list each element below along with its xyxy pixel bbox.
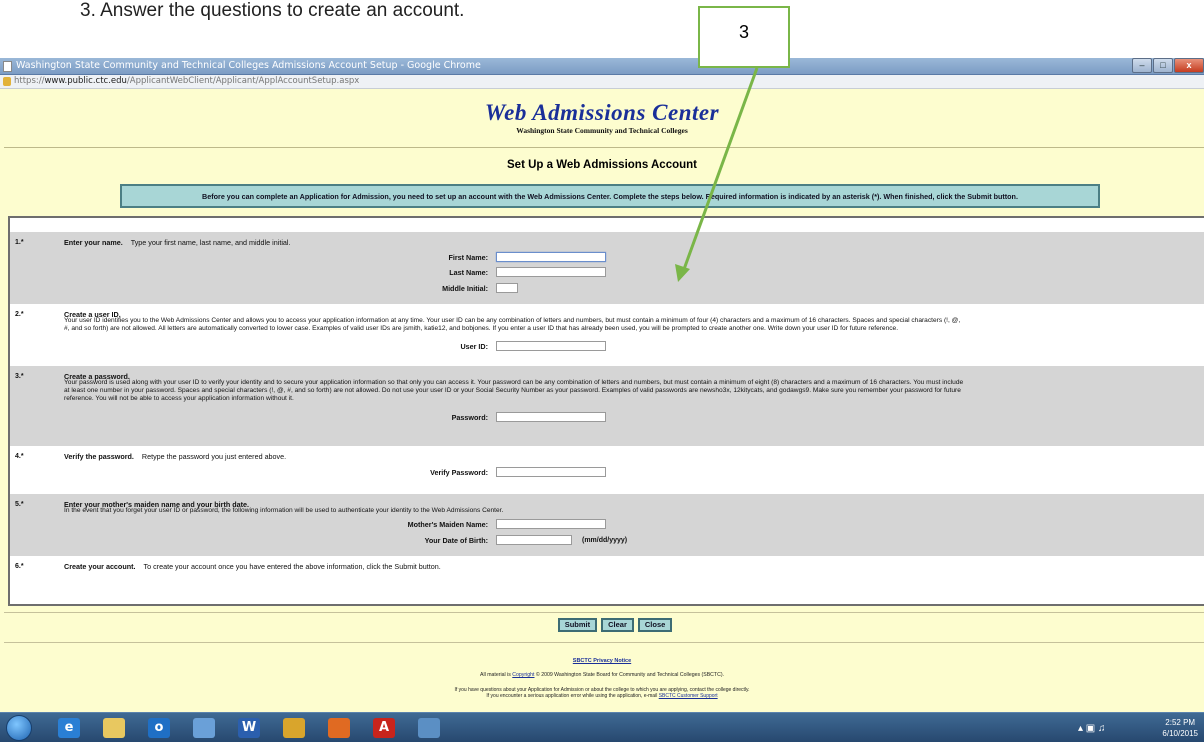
middle-initial-input[interactable] — [496, 283, 518, 293]
firefox-icon — [328, 718, 350, 738]
maiden-name-label: Mother's Maiden Name: — [407, 520, 488, 529]
close-button[interactable]: Close — [637, 618, 673, 632]
notes-icon — [193, 718, 215, 738]
title-bar: Washington State Community and Technical… — [0, 58, 1204, 75]
step-description: Your user ID identifies you to the Web A… — [64, 317, 961, 332]
first-name-input[interactable] — [496, 252, 606, 262]
taskbar-file-explorer-button[interactable] — [97, 716, 131, 740]
password-input[interactable] — [496, 412, 606, 422]
remote-desktop-icon — [418, 718, 440, 738]
birth-date-label: Your Date of Birth: — [424, 536, 488, 545]
user-id-input[interactable] — [496, 341, 606, 351]
clear-button[interactable]: Clear — [601, 618, 634, 632]
step-number: 6.* — [15, 563, 24, 570]
taskbar-word-button[interactable]: W — [232, 716, 266, 740]
minimize-button[interactable]: – — [1132, 58, 1152, 73]
step-1-row: 1.* Enter your name. Type your first nam… — [10, 232, 1204, 304]
browser-window: Washington State Community and Technical… — [0, 58, 1204, 712]
maiden-name-input[interactable] — [496, 519, 606, 529]
address-bar[interactable]: https://www.public.ctc.edu/ApplicantWebC… — [0, 75, 1204, 89]
account-form: 1.* Enter your name. Type your first nam… — [8, 216, 1204, 606]
contact-notice: If you have questions about your Applica… — [454, 687, 750, 699]
copyright-notice: All material is Copyright © 2009 Washing… — [479, 672, 724, 678]
taskbar-internet-explorer-button[interactable]: e — [52, 716, 86, 740]
taskbar: e o W A ▴ ▣ ♫ 2:52 PM 6/10/2015 — [0, 712, 1204, 742]
maximize-button[interactable]: □ — [1153, 58, 1173, 73]
internet-explorer-icon: e — [58, 718, 80, 738]
date-format-hint: (mm/dd/yyyy) — [582, 537, 628, 544]
first-name-label: First Name: — [448, 253, 488, 262]
middle-initial-label: Middle Initial: — [442, 284, 488, 293]
user-id-label: User ID: — [460, 342, 488, 351]
tray-icons[interactable]: ▴ ▣ ♫ — [1078, 723, 1106, 734]
page-title: Set Up a Web Admissions Account — [507, 159, 697, 171]
file-explorer-icon — [103, 718, 125, 738]
step-description: Your password is used along with your us… — [64, 379, 964, 402]
step-number: 4.* — [15, 453, 24, 460]
taskbar-firefox-button[interactable] — [322, 716, 356, 740]
step-6-row: 6.* Create your account. To create your … — [10, 556, 1204, 604]
taskbar-acrobat-button[interactable]: A — [367, 716, 401, 740]
instructions-notice: Before you can complete an Application f… — [120, 184, 1100, 208]
word-icon: W — [238, 718, 260, 738]
system-tray: ▴ ▣ ♫ 2:52 PM 6/10/2015 — [1074, 713, 1204, 742]
brand-subtitle: Washington State Community and Technical… — [516, 126, 688, 135]
copyright-link[interactable]: Copyright — [512, 672, 534, 678]
window-title: Washington State Community and Technical… — [16, 60, 481, 71]
support-link[interactable]: SBCTC Customer Support — [659, 693, 718, 699]
taskbar-chrome-button[interactable] — [277, 716, 311, 740]
callout-box: 3 — [698, 6, 790, 68]
divider — [4, 612, 1204, 613]
submit-button[interactable]: Submit — [557, 618, 598, 632]
divider — [4, 147, 1204, 148]
password-label: Password: — [451, 413, 488, 422]
clock-time: 2:52 PM — [1165, 718, 1196, 727]
brand-title: Web Admissions Center — [484, 100, 720, 125]
step-4-row: 4.* Verify the password. Retype the pass… — [10, 446, 1204, 494]
acrobat-icon: A — [373, 718, 395, 738]
step-heading: Enter your name. Type your first name, l… — [64, 238, 291, 247]
taskbar-notes-button[interactable] — [187, 716, 221, 740]
privacy-link[interactable]: SBCTC Privacy Notice — [0, 658, 1204, 664]
step-3-row: 3.* Create a password. Your password is … — [10, 366, 1204, 446]
step-2-row: 2.* Create a user ID. Your user ID ident… — [10, 304, 1204, 366]
step-number: 5.* — [15, 501, 24, 508]
step-heading: Verify the password. Retype the password… — [64, 452, 287, 461]
clock[interactable]: 2:52 PM 6/10/2015 — [1162, 717, 1198, 739]
clock-date: 6/10/2015 — [1162, 729, 1198, 738]
outlook-icon: o — [148, 718, 170, 738]
chrome-icon — [283, 718, 305, 738]
last-name-input[interactable] — [496, 267, 606, 277]
url-text[interactable]: https://www.public.ctc.edu/ApplicantWebC… — [14, 76, 359, 86]
verify-password-label: Verify Password: — [430, 468, 488, 477]
step-heading: Create your account. To create your acco… — [64, 562, 441, 571]
step-number: 2.* — [15, 311, 24, 318]
taskbar-remote-desktop-button[interactable] — [412, 716, 446, 740]
instruction-step: 3. Answer the questions to create an acc… — [80, 0, 465, 21]
verify-password-input[interactable] — [496, 467, 606, 477]
divider — [4, 642, 1204, 643]
window-controls: – □ x — [1131, 58, 1204, 74]
last-name-label: Last Name: — [449, 268, 488, 277]
birth-date-input[interactable] — [496, 535, 572, 545]
step-5-row: 5.* Enter your mother's maiden name and … — [10, 494, 1204, 556]
page-icon — [3, 61, 12, 72]
step-number: 1.* — [15, 239, 24, 246]
step-description: In the event that you forget your user I… — [64, 507, 504, 514]
start-button[interactable] — [6, 715, 32, 741]
step-number: 3.* — [15, 373, 24, 380]
form-buttons: Submit Clear Close — [0, 618, 1204, 632]
taskbar-outlook-button[interactable]: o — [142, 716, 176, 740]
close-window-button[interactable]: x — [1174, 58, 1204, 73]
lock-icon — [3, 77, 11, 86]
